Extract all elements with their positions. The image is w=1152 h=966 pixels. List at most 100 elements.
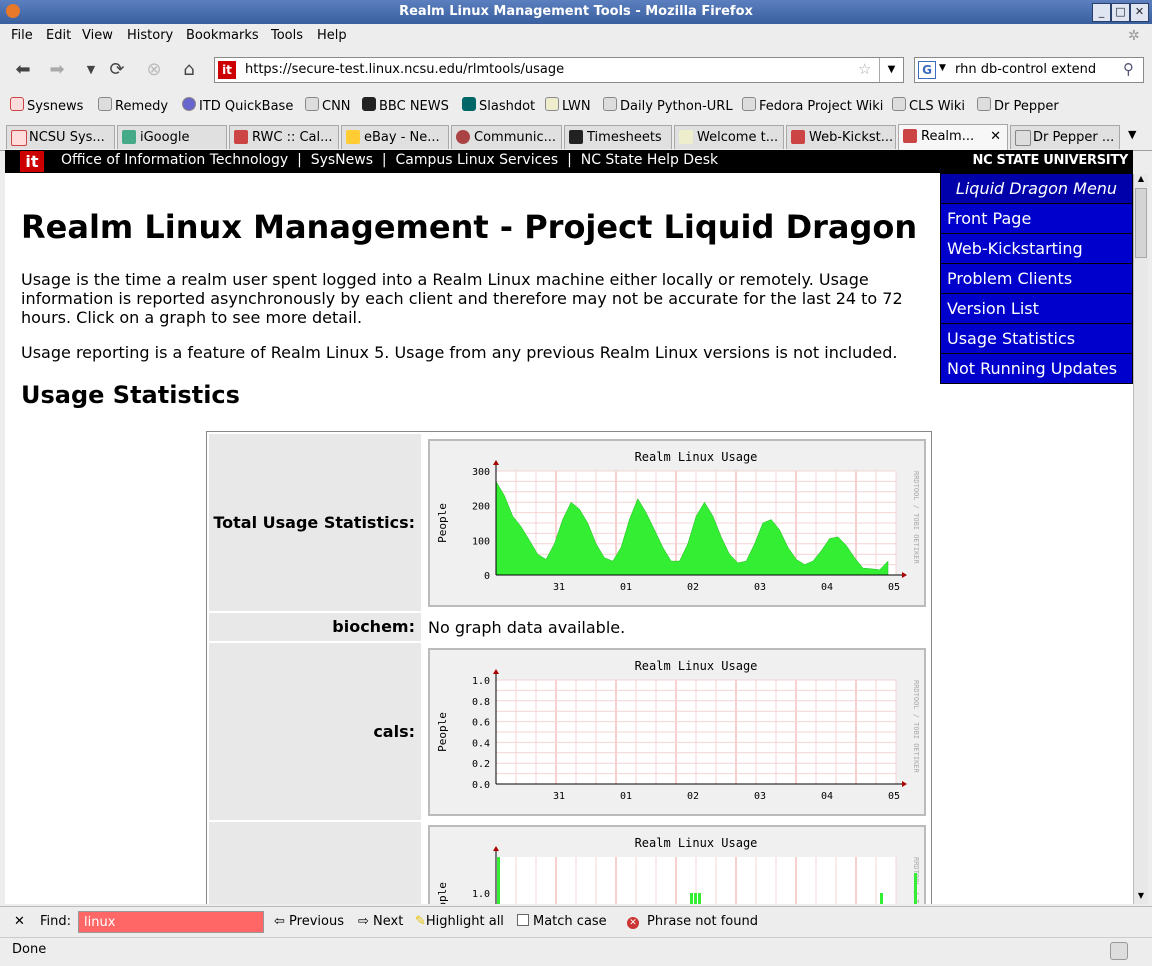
find-next-button[interactable]: ⇨ Next xyxy=(358,914,403,929)
tab-timesheets[interactable]: Timesheets xyxy=(564,125,672,149)
row-label-biochem: biochem: xyxy=(209,613,421,641)
tab-ebay[interactable]: eBay - Ne... xyxy=(341,125,449,149)
graph-total-usage[interactable]: Realm Linux Usage People RRDTOOL / TOBI OE… xyxy=(428,439,926,607)
tab-web-kickstart[interactable]: Web-Kickst... xyxy=(786,125,896,149)
previous-arrow-icon: ⇦ xyxy=(274,914,285,929)
bookmark-lwn[interactable]: LWN xyxy=(545,97,591,114)
tab-realm-active[interactable]: Realm... ✕ xyxy=(898,124,1008,150)
usage-bar xyxy=(690,893,693,904)
menu-edit[interactable]: Edit xyxy=(46,28,71,43)
row-label-partial xyxy=(209,822,421,904)
tab-igoogle[interactable]: iGoogle xyxy=(117,125,227,149)
chart-ylabel: People xyxy=(436,882,449,904)
x-tick-label: 31 xyxy=(553,791,565,802)
bookmark-itd-quickbase[interactable]: ITD QuickBase xyxy=(182,97,293,114)
chart-partial-usage: Realm Linux UsagePeopleRRDTOOL / TOBI1.0 xyxy=(436,836,920,904)
search-icon[interactable]: ⚲ xyxy=(1123,60,1134,78)
find-close-icon[interactable]: ✕ xyxy=(14,914,25,929)
chart-ylabel: People xyxy=(436,712,449,752)
find-previous-button[interactable]: ⇦ Previous xyxy=(274,914,344,929)
graph-cals-usage[interactable]: Realm Linux Usage People RRDTOOL / TOBI OE… xyxy=(428,648,926,816)
menu-history[interactable]: History xyxy=(127,28,173,43)
menu-bookmarks[interactable]: Bookmarks xyxy=(186,28,259,43)
y-axis-arrow xyxy=(493,846,499,851)
maximize-icon[interactable]: □ xyxy=(1111,3,1130,22)
throbber-icon: ✲ xyxy=(1128,28,1140,44)
tab-ncsu-sysnews[interactable]: NCSU Sys... xyxy=(6,125,115,149)
bookmark-remedy[interactable]: Remedy xyxy=(98,97,168,114)
menu-front-page[interactable]: Front Page xyxy=(941,204,1132,234)
bookmark-dr-pepper[interactable]: Dr Pepper xyxy=(977,97,1059,114)
tab-communications[interactable]: Communic... xyxy=(451,125,562,149)
row-label-total: Total Usage Statistics: xyxy=(209,434,421,611)
x-tick-label: 04 xyxy=(821,582,833,593)
close-icon[interactable]: ✕ xyxy=(1130,3,1149,22)
y-tick-label: 100 xyxy=(472,536,490,547)
window-title-bar: Realm Linux Management Tools - Mozilla F… xyxy=(0,0,1152,24)
x-axis-arrow xyxy=(902,781,907,787)
bookmark-slashdot[interactable]: Slashdot xyxy=(462,97,535,114)
reload-icon[interactable]: ⟳ xyxy=(104,57,130,83)
checkbox-icon[interactable] xyxy=(517,914,529,926)
x-tick-label: 04 xyxy=(821,791,833,802)
url-dropdown-icon[interactable]: ▼ xyxy=(879,58,903,82)
menu-file[interactable]: File xyxy=(11,28,33,43)
search-engine-dropdown-icon[interactable]: ▼ xyxy=(939,63,946,73)
search-input[interactable]: rhn db-control extend xyxy=(955,62,1096,77)
back-icon[interactable]: ⬅ xyxy=(10,57,36,83)
usage-bar xyxy=(880,893,883,904)
find-label: Find: xyxy=(40,914,72,929)
bookmark-star-icon[interactable]: ☆ xyxy=(858,60,871,78)
page-title: Realm Linux Management - Project Liquid … xyxy=(21,208,918,246)
y-axis-arrow xyxy=(493,669,499,674)
history-dropdown-icon[interactable]: ▼ xyxy=(78,57,104,83)
scroll-up-icon[interactable]: ▲ xyxy=(1135,174,1147,186)
usage-bar xyxy=(914,873,917,904)
chart-side-label: RRDTOOL / TOBI OETIKER xyxy=(912,680,920,774)
tab-list-icon[interactable]: ▼ xyxy=(1128,128,1136,141)
bookmark-fedora-project-wiki[interactable]: Fedora Project Wiki xyxy=(742,97,883,114)
bookmark-cnn[interactable]: CNN xyxy=(305,97,351,114)
menu-help[interactable]: Help xyxy=(317,28,347,43)
menu-not-running-updates[interactable]: Not Running Updates xyxy=(941,354,1132,383)
x-tick-label: 31 xyxy=(553,582,565,593)
menu-usage-statistics[interactable]: Usage Statistics xyxy=(941,324,1132,354)
match-case-checkbox[interactable]: Match case xyxy=(517,914,607,929)
tab-rwc-calendar[interactable]: RWC :: Cal... xyxy=(229,125,339,149)
menu-bar: File Edit View History Bookmarks Tools H… xyxy=(0,24,1152,48)
highlight-all-button[interactable]: ✎Highlight all xyxy=(415,914,504,929)
google-icon[interactable]: G xyxy=(918,61,936,79)
search-bar[interactable]: G ▼ rhn db-control extend ⚲ xyxy=(914,57,1144,83)
stop-icon[interactable]: ⊗ xyxy=(141,57,167,83)
menu-web-kickstarting[interactable]: Web-Kickstarting xyxy=(941,234,1132,264)
menu-title: Liquid Dragon Menu xyxy=(941,174,1132,204)
minimize-icon[interactable]: _ xyxy=(1092,3,1111,22)
vertical-scrollbar[interactable]: ▲ ▼ xyxy=(1133,174,1148,904)
url-text[interactable]: https://secure-test.linux.ncsu.edu/rlmto… xyxy=(245,62,564,77)
header-links[interactable]: Office of Information Technology | SysNe… xyxy=(61,152,718,168)
find-input[interactable]: linux xyxy=(78,911,264,933)
menu-view[interactable]: View xyxy=(82,28,113,43)
bookmark-cls-wiki[interactable]: CLS Wiki xyxy=(892,97,965,114)
ncsu-logo[interactable]: NC STATE UNIVERSITY xyxy=(973,153,1129,168)
bookmark-bbc-news[interactable]: BBC NEWS xyxy=(362,97,449,114)
chart-total-usage: Realm Linux Usage People RRDTOOL / TOBI OE… xyxy=(436,450,920,593)
scroll-down-icon[interactable]: ▼ xyxy=(1135,891,1147,903)
find-bar: ✕ Find: linux ⇦ Previous ⇨ Next ✎Highlig… xyxy=(0,906,1152,937)
home-icon[interactable]: ⌂ xyxy=(176,57,202,83)
menu-problem-clients[interactable]: Problem Clients xyxy=(941,264,1132,294)
forward-icon[interactable]: ➡ xyxy=(44,57,70,83)
tab-dr-pepper[interactable]: Dr Pepper ... xyxy=(1010,125,1120,149)
tab-close-icon[interactable]: ✕ xyxy=(990,125,1001,149)
menu-version-list[interactable]: Version List xyxy=(941,294,1132,324)
url-bar[interactable]: it https://secure-test.linux.ncsu.edu/rl… xyxy=(214,57,904,83)
menu-tools[interactable]: Tools xyxy=(271,28,303,43)
bookmark-sysnews[interactable]: Sysnews xyxy=(10,97,83,114)
notification-icon[interactable] xyxy=(1110,942,1128,960)
bookmark-daily-python-url[interactable]: Daily Python-URL xyxy=(603,97,733,114)
oit-logo[interactable]: it xyxy=(20,151,44,172)
chart-cals-usage: Realm Linux Usage People RRDTOOL / TOBI OE… xyxy=(436,659,920,802)
scrollbar-thumb[interactable] xyxy=(1135,188,1147,258)
tab-welcome[interactable]: Welcome t... xyxy=(674,125,784,149)
graph-partial-usage[interactable]: Realm Linux UsagePeopleRRDTOOL / TOBI1.0 xyxy=(428,825,926,904)
